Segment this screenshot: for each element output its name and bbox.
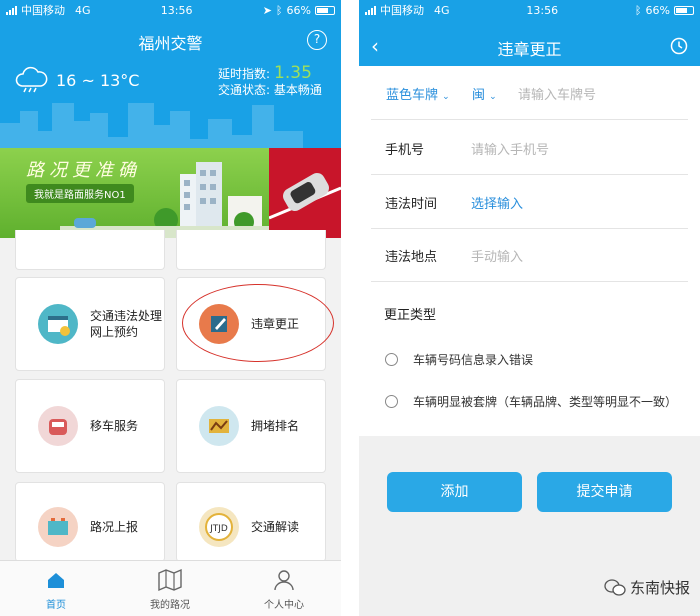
jtjd-icon: JTJD	[199, 507, 239, 547]
tab-label: 个人中心	[264, 600, 304, 611]
time-row: 违法时间 选择输入	[371, 176, 688, 229]
tile-partial-left[interactable]	[15, 230, 165, 270]
status-bar: 中国移动 4G 13:56 ᛒ 66%	[359, 0, 700, 20]
radio-label: 车辆号码信息录入错误	[413, 353, 534, 367]
watermark: 东南快报	[604, 577, 690, 598]
clock-time: 13:56	[160, 3, 193, 17]
chevron-down-icon: ⌄	[442, 91, 450, 102]
correction-screen: 中国移动 4G 13:56 ᛒ 66% ‹ 违章更正 蓝色车牌 ⌄ 闽 ⌄ 请输…	[359, 0, 700, 616]
wechat-icon	[604, 578, 626, 596]
tab-bar: 首页 我的路况 个人中心	[0, 560, 341, 616]
radio-option[interactable]: 车辆号码信息录入错误	[385, 351, 533, 368]
time-label: 违法时间	[385, 196, 438, 212]
clock-time: 13:56	[526, 3, 559, 17]
signal-icon	[365, 5, 376, 15]
promo-banner[interactable]: 路况更准确 我就是路面服务NO1	[0, 148, 341, 238]
submit-button[interactable]: 提交申请	[537, 472, 672, 512]
radio-option[interactable]: 车辆明显被套牌（车辆品牌、类型等明显不一致）	[385, 393, 677, 410]
traffic-status-label: 交通状态:	[218, 83, 271, 97]
map-icon	[158, 568, 182, 592]
network: 4G	[434, 3, 450, 17]
tile-label: 交通解读	[251, 520, 300, 534]
tile-road-report[interactable]: 路况上报	[15, 482, 165, 562]
radio-circle[interactable]	[385, 353, 398, 366]
place-label: 违法地点	[385, 249, 438, 265]
tile-violation-appointment[interactable]: 交通违法处理网上预约	[15, 277, 165, 371]
add-button[interactable]: 添加	[387, 472, 522, 512]
tile-traffic-interpretation[interactable]: JTJD 交通解读	[176, 482, 326, 562]
tile-move-car[interactable]: 移车服务	[15, 379, 165, 473]
correction-type-title: 更正类型	[384, 308, 437, 323]
tab-label: 首页	[46, 600, 66, 611]
status-bar: 中国移动 4G 13:56 ➤ ᛒ 66%	[0, 0, 341, 20]
battery-report-icon	[38, 507, 78, 547]
tile-partial-right[interactable]	[176, 230, 326, 270]
battery-percent: 66%	[645, 3, 670, 17]
bluetooth-icon: ᛒ	[634, 3, 642, 17]
phone-label: 手机号	[385, 142, 425, 158]
user-icon	[274, 570, 294, 591]
plate-number-input[interactable]: 请输入车牌号	[518, 84, 596, 103]
carrier: 中国移动	[380, 4, 424, 17]
nav-header: 中国移动 4G 13:56 ᛒ 66% ‹ 违章更正	[359, 0, 700, 66]
home-header: 中国移动 4G 13:56 ➤ ᛒ 66% 福州交警 ? 16 ~ 13°C 延…	[0, 0, 341, 148]
province-select[interactable]: 闽 ⌄	[472, 84, 518, 103]
battery-icon	[673, 5, 694, 15]
plate-type-select[interactable]: 蓝色车牌 ⌄	[386, 84, 472, 103]
weather: 16 ~ 13°C	[14, 66, 139, 94]
home-icon	[48, 573, 64, 588]
chart-icon	[199, 406, 239, 446]
radio-label: 车辆明显被套牌（车辆品牌、类型等明显不一致）	[413, 395, 678, 409]
tile-label: 路况上报	[90, 520, 139, 534]
temperature: 16 ~ 13°C	[56, 70, 140, 90]
tile-label: 拥堵排名	[251, 419, 300, 433]
network: 4G	[75, 3, 91, 17]
tile-congestion-ranking[interactable]: 拥堵排名	[176, 379, 326, 473]
bluetooth-icon: ᛒ	[275, 3, 283, 17]
tab-home[interactable]: 首页	[16, 561, 96, 616]
car-ad-panel	[268, 148, 341, 238]
svg-text:JTJD: JTJD	[209, 524, 228, 534]
battery-icon	[314, 5, 335, 15]
watermark-text: 东南快报	[629, 579, 690, 597]
cloud-rain-icon	[15, 66, 48, 93]
car-icon	[268, 173, 341, 220]
tile-label: 交通违法处理网上预约	[90, 309, 163, 339]
car-front-icon	[38, 406, 78, 446]
chevron-down-icon: ⌄	[489, 91, 497, 102]
location-icon: ➤	[262, 3, 272, 17]
tab-label: 我的路况	[150, 600, 190, 611]
signal-icon	[6, 5, 17, 15]
place-row: 违法地点 手动输入	[371, 229, 688, 282]
phone-row: 手机号 请输入手机号	[371, 122, 688, 175]
help-icon[interactable]: ?	[307, 30, 327, 50]
page-title: 违章更正	[497, 40, 562, 59]
tab-my-traffic[interactable]: 我的路况	[130, 561, 210, 616]
traffic-info: 延时指数: 1.35 交通状态: 基本畅通	[218, 65, 322, 98]
battery-percent: 66%	[286, 3, 311, 17]
city-illustration	[60, 162, 280, 238]
plate-row: 蓝色车牌 ⌄ 闽 ⌄ 请输入车牌号	[371, 67, 688, 120]
place-input[interactable]: 手动输入	[471, 246, 523, 265]
history-clock-icon[interactable]	[670, 37, 688, 55]
time-select[interactable]: 选择输入	[471, 193, 523, 212]
calendar-icon	[38, 304, 78, 344]
home-screen: 中国移动 4G 13:56 ➤ ᛒ 66% 福州交警 ? 16 ~ 13°C 延…	[0, 0, 341, 616]
carrier: 中国移动	[21, 4, 65, 17]
delay-index-label: 延时指数:	[218, 67, 271, 81]
phone-input[interactable]: 请输入手机号	[471, 139, 549, 158]
traffic-status-value: 基本畅通	[273, 83, 322, 97]
radio-circle[interactable]	[385, 395, 398, 408]
delay-index-value: 1.35	[274, 63, 312, 83]
page-title: 福州交警	[138, 34, 203, 53]
highlight-circle	[182, 284, 334, 362]
tab-profile[interactable]: 个人中心	[244, 561, 324, 616]
tile-label: 移车服务	[90, 419, 139, 433]
